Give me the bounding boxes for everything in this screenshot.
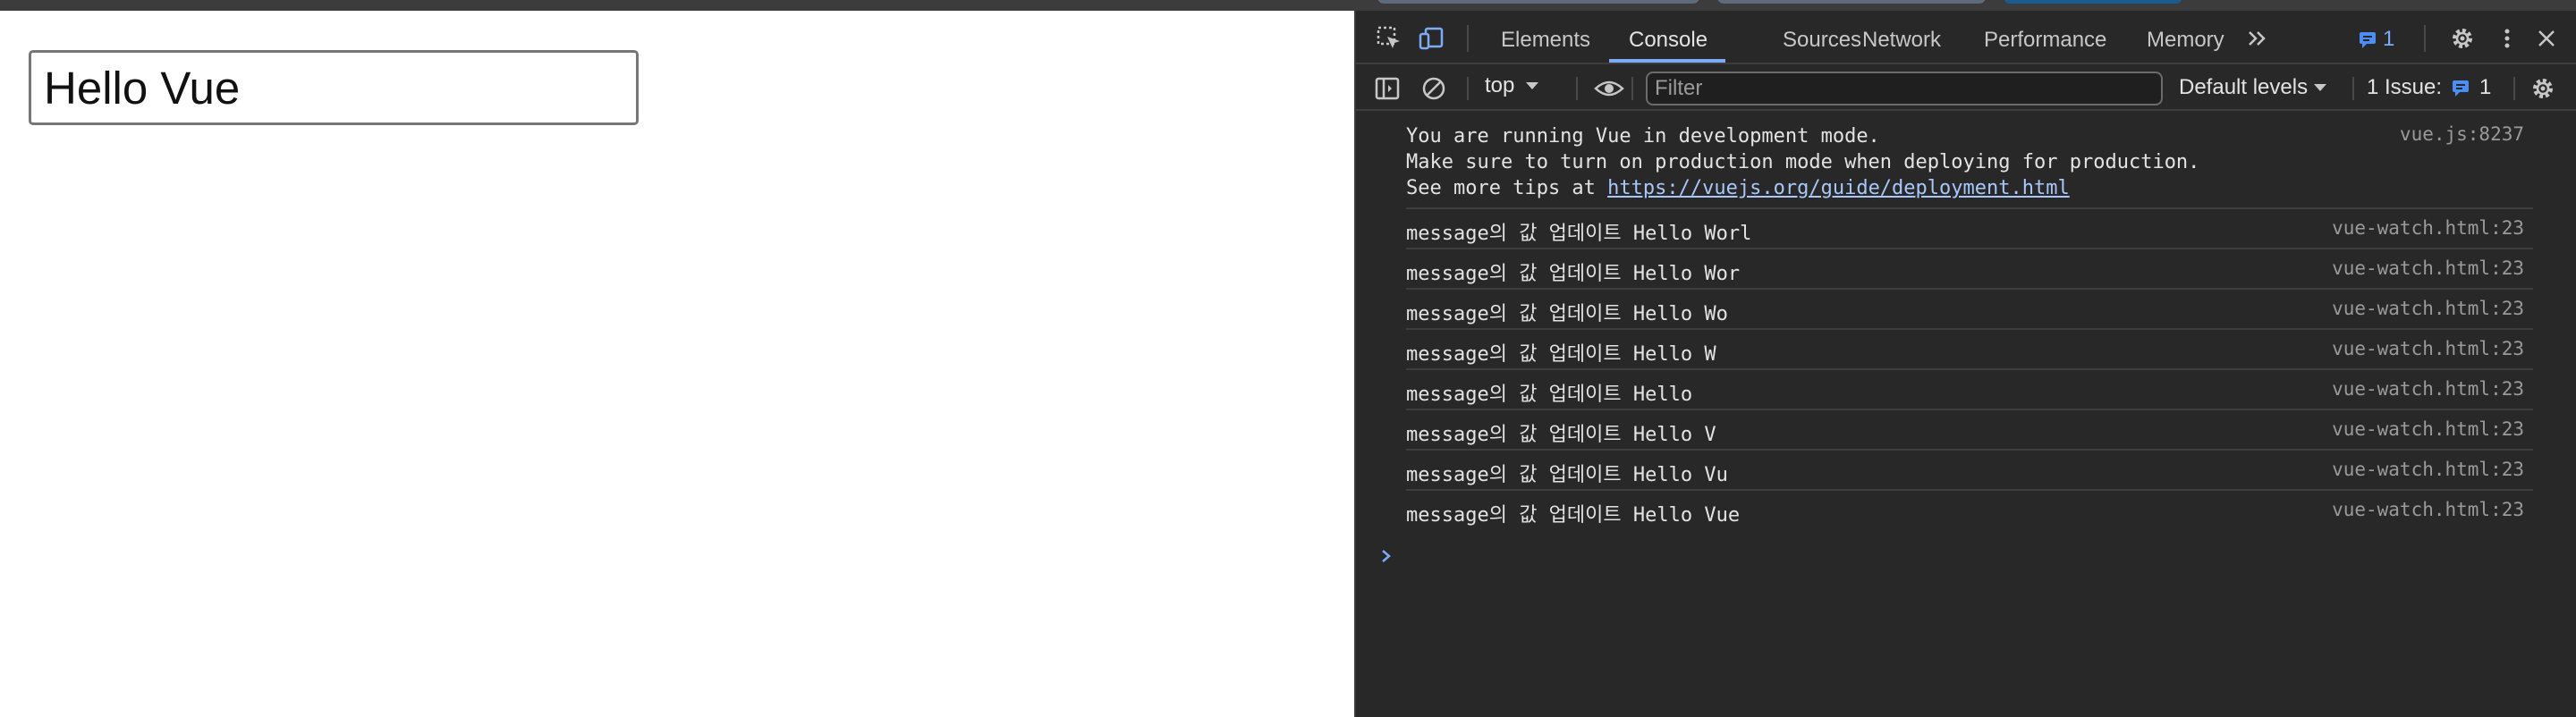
kebab-menu-icon[interactable]: [2492, 23, 2522, 54]
devtools-tabbar: Elements Console Sources Network Perform…: [1356, 11, 2576, 64]
console-settings-gear-icon[interactable]: [2528, 73, 2558, 104]
divider: [1467, 77, 1469, 100]
device-toolbar-icon[interactable]: [1417, 23, 1447, 54]
log-levels-dropdown[interactable]: Default levels: [2179, 75, 2327, 100]
issues-button[interactable]: 1 Issue: 1: [2367, 75, 2491, 100]
divider: [2513, 77, 2515, 100]
sidebar-toggle-icon[interactable]: [1372, 73, 1402, 104]
tab-sources[interactable]: Sources: [1783, 11, 1861, 63]
browser-tab-pill[interactable]: [1377, 0, 1699, 4]
issues-count: 1: [2383, 27, 2395, 51]
settings-gear-icon[interactable]: [2447, 23, 2478, 54]
message-line: You are running Vue in development mode.: [1406, 125, 1880, 148]
source-link[interactable]: vue-watch.html:23: [2332, 298, 2524, 319]
console-message: message의 값 업데이트 Hello Wo vue-watch.html:2…: [1406, 288, 2533, 328]
message-icon: [2360, 32, 2376, 48]
page-area: [0, 11, 1354, 717]
source-link[interactable]: vue-watch.html:23: [2332, 499, 2524, 520]
message-text: message의 값 업데이트 Hello Wo: [1406, 303, 1728, 325]
message-text: message의 값 업데이트 Hello Vu: [1406, 464, 1728, 486]
console-message: message의 값 업데이트 Hello Vue vue-watch.html:…: [1406, 489, 2533, 529]
divider: [1576, 77, 1578, 100]
tab-elements[interactable]: Elements: [1501, 11, 1590, 63]
console-message-vue-dev: You are running Vue in development mode.…: [1356, 113, 2576, 207]
source-link[interactable]: vue-watch.html:23: [2332, 338, 2524, 359]
message-text: message의 값 업데이트 Hello V: [1406, 424, 1716, 446]
caret-down-icon: [2314, 84, 2327, 91]
message-text: message의 값 업데이트 Hello: [1406, 384, 1693, 406]
divider: [1631, 77, 1633, 100]
source-link[interactable]: vue-watch.html:23: [2332, 418, 2524, 440]
source-link[interactable]: vue-watch.html:23: [2332, 257, 2524, 279]
caret-down-icon: [1526, 82, 1539, 89]
issues-badge[interactable]: 1: [2358, 27, 2394, 52]
message-line: See more tips at: [1406, 177, 1608, 199]
message-text: message의 값 업데이트 Hello Worl: [1406, 223, 1752, 245]
browser-top-strip: [0, 0, 2576, 11]
console-output: You are running Vue in development mode.…: [1356, 113, 2576, 562]
tab-network[interactable]: Network: [1862, 11, 1941, 63]
tab-memory[interactable]: Memory: [2147, 11, 2224, 63]
issues-count: 1: [2479, 75, 2492, 99]
console-message: message의 값 업데이트 Hello V vue-watch.html:23: [1406, 409, 2533, 449]
issues-label: 1 Issue:: [2367, 75, 2443, 99]
console-message: message의 값 업데이트 Hello vue-watch.html:23: [1406, 368, 2533, 409]
tab-performance[interactable]: Performance: [1984, 11, 2106, 63]
browser-tab-pill[interactable]: [2004, 0, 2182, 4]
chevron-right-icon: [1382, 550, 1391, 562]
console-prompt[interactable]: [1377, 544, 1395, 571]
console-message: message의 값 업데이트 Hello Vu vue-watch.html:2…: [1406, 449, 2533, 489]
context-label: top: [1485, 73, 1515, 97]
console-toolbar: top Default levels 1 Issue: 1: [1356, 66, 2576, 111]
console-message: message의 값 업데이트 Hello Worl vue-watch.html…: [1406, 207, 2533, 248]
console-message-text: You are running Vue in development mode.…: [1406, 123, 2199, 201]
inspect-element-icon[interactable]: [1374, 23, 1404, 54]
divider: [2424, 25, 2426, 52]
message-icon: [2453, 80, 2470, 97]
browser-tab-pill[interactable]: [1717, 0, 1986, 4]
context-selector[interactable]: top: [1485, 73, 1539, 98]
deployment-guide-link[interactable]: https://vuejs.org/guide/deployment.html: [1607, 177, 2070, 199]
clear-console-icon[interactable]: [1419, 73, 1449, 104]
divider: [2352, 77, 2354, 100]
devtools-panel: Elements Console Sources Network Perform…: [1354, 11, 2576, 717]
active-tab-indicator: [1609, 59, 1725, 63]
message-text: message의 값 업데이트 Hello Vue: [1406, 504, 1741, 527]
source-link[interactable]: vue-watch.html:23: [2332, 217, 2524, 239]
log-levels-label: Default levels: [2179, 75, 2309, 99]
source-link[interactable]: vue-watch.html:23: [2332, 459, 2524, 480]
close-icon[interactable]: [2531, 23, 2562, 54]
console-message: message의 값 업데이트 Hello Wor vue-watch.html:…: [1406, 248, 2533, 288]
message-text: message의 값 업데이트 Hello Wor: [1406, 263, 1741, 285]
divider: [1467, 25, 1469, 52]
source-link[interactable]: vue-watch.html:23: [2332, 378, 2524, 400]
filter-input[interactable]: [1646, 72, 2163, 105]
message-text: message의 값 업데이트 Hello W: [1406, 343, 1716, 366]
message-input[interactable]: [29, 50, 639, 125]
console-message: message의 값 업데이트 Hello W vue-watch.html:23: [1406, 328, 2533, 368]
live-expression-eye-icon[interactable]: [1594, 73, 1624, 104]
tab-console[interactable]: Console: [1629, 11, 1707, 63]
more-tabs-icon[interactable]: [2243, 23, 2274, 54]
source-link[interactable]: vue.js:8237: [2400, 123, 2524, 145]
message-line: Make sure to turn on production mode whe…: [1406, 151, 2200, 173]
